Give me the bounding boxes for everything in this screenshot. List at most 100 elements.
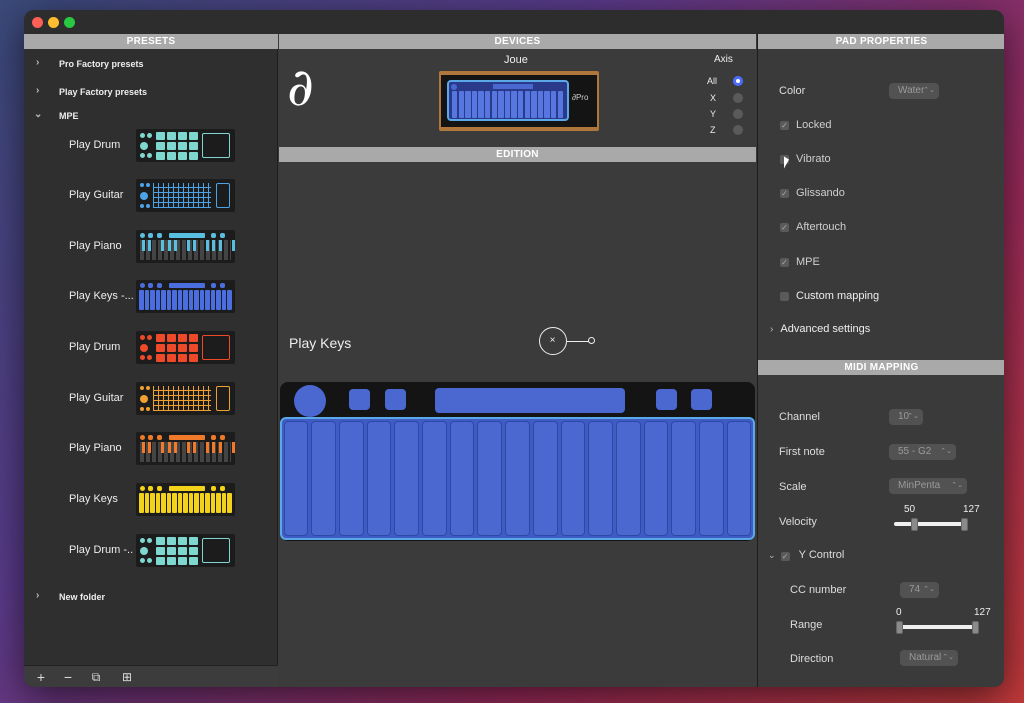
y-control-label: Y Control [798, 549, 845, 561]
preset-item[interactable]: Play Piano [24, 228, 278, 268]
key-pad[interactable] [283, 421, 309, 536]
key-pad[interactable] [726, 421, 752, 536]
range-slider[interactable] [899, 625, 977, 629]
pad-square-button-2[interactable] [385, 389, 406, 410]
preset-item[interactable]: Play Guitar [24, 177, 278, 217]
chevron-right-icon[interactable]: › [36, 57, 39, 68]
zoom-window-button[interactable] [64, 17, 75, 28]
axis-radio-y[interactable] [733, 109, 743, 119]
minimize-window-button[interactable] [48, 17, 59, 28]
preset-label: Play Drum [69, 341, 121, 353]
xy-cursor-control[interactable]: × [539, 327, 567, 355]
velocity-min-knob[interactable] [911, 518, 918, 531]
cc-number-select[interactable]: 74 [900, 582, 939, 598]
mini-key [485, 91, 491, 118]
axis-radio-x[interactable] [733, 93, 743, 103]
color-select[interactable]: Water [889, 83, 939, 99]
preset-item[interactable]: Play Keys -... [24, 278, 278, 318]
duplicate-preset-button[interactable]: ⧉ [88, 669, 104, 685]
direction-label: Direction [790, 653, 834, 665]
devices-header: DEVICES [279, 34, 756, 49]
key-pad[interactable] [505, 421, 530, 536]
velocity-max-knob[interactable] [961, 518, 968, 531]
key-pad[interactable] [560, 421, 586, 536]
preset-item[interactable]: Play Drum [24, 329, 278, 369]
mini-key [537, 91, 544, 118]
preset-item[interactable]: Play Keys [24, 481, 278, 521]
pad-round-button[interactable] [294, 385, 326, 417]
preset-thumbnail [136, 534, 235, 567]
range-min-knob[interactable] [896, 621, 903, 634]
range-max-knob[interactable] [972, 621, 979, 634]
axis-label-x: X [710, 93, 717, 103]
velocity-max-value: 127 [963, 504, 980, 515]
aftertouch-label: Aftertouch [796, 221, 847, 233]
axis-label-all: All [707, 76, 718, 86]
key-pad[interactable] [338, 421, 364, 536]
key-pad[interactable] [394, 421, 420, 536]
chevron-right-icon[interactable]: › [36, 85, 39, 96]
key-pad[interactable] [366, 421, 392, 536]
chevron-down-icon[interactable]: ⌄ [34, 109, 42, 120]
custom-mapping-checkbox[interactable] [780, 292, 789, 301]
key-pad[interactable] [532, 421, 558, 536]
cursor-handle[interactable] [588, 337, 595, 344]
scale-select[interactable]: MinPenta [889, 478, 967, 494]
glissando-checkbox[interactable]: ✓ [780, 189, 789, 198]
key-pad[interactable] [477, 421, 503, 536]
glissando-label: Glissando [796, 187, 845, 199]
y-control-checkbox[interactable]: ✓ [780, 552, 790, 561]
edition-header: EDITION [279, 147, 756, 162]
direction-select[interactable]: Natural [900, 650, 958, 666]
velocity-range-slider[interactable] [894, 522, 966, 526]
edition-panel: EDITION Play Keys × [279, 147, 756, 687]
axis-radio-all[interactable] [733, 76, 743, 86]
advanced-settings-disclosure[interactable]: › Advanced settings [770, 323, 870, 335]
folder-label: MPE [59, 111, 79, 121]
key-pad[interactable] [643, 421, 669, 536]
key-pad[interactable] [311, 421, 336, 536]
presets-toolbar: + − ⧉ ⊞ [24, 665, 278, 687]
preset-item[interactable]: Play Guitar [24, 380, 278, 420]
mini-key [544, 91, 550, 118]
key-pad[interactable] [588, 421, 613, 536]
device-screen [447, 80, 569, 121]
folder-mpe[interactable]: ⌄ MPE [24, 107, 278, 125]
folder-new[interactable]: › New folder [24, 588, 278, 606]
folder-pro-factory[interactable]: › Pro Factory presets [24, 55, 278, 73]
pad-square-button-3[interactable] [656, 389, 677, 410]
y-control-disclosure[interactable]: ⌄ ✓ Y Control [768, 549, 844, 561]
key-pad[interactable] [699, 421, 724, 536]
preset-label: Play Drum [69, 139, 121, 151]
chevron-right-icon[interactable]: › [36, 590, 39, 601]
pad-square-button-1[interactable] [349, 389, 370, 410]
app-window: PRESETS › Pro Factory presets › Play Fac… [24, 10, 1004, 687]
device-image[interactable]: ∂Pro [439, 71, 599, 131]
key-pad[interactable] [449, 421, 475, 536]
channel-select[interactable]: 10 [889, 409, 923, 425]
aftertouch-checkbox[interactable]: ✓ [780, 223, 789, 232]
preset-item[interactable]: Play Drum [24, 127, 278, 167]
mini-key [498, 91, 504, 118]
pad-properties-panel: PAD PROPERTIES Color Water ✓ Locked Vibr… [757, 34, 1004, 360]
close-window-button[interactable] [32, 17, 43, 28]
axis-radio-z[interactable] [733, 125, 743, 135]
import-preset-button[interactable]: ⊞ [119, 669, 135, 685]
first-note-select[interactable]: 55 - G2 [889, 444, 956, 460]
axis-label-z: Z [710, 125, 716, 135]
custom-mapping-label: Custom mapping [796, 290, 880, 302]
preset-thumbnail [136, 179, 235, 212]
preset-item[interactable]: Play Piano [24, 430, 278, 470]
preset-item[interactable]: Play Drum -.. [24, 532, 278, 572]
remove-preset-button[interactable]: − [60, 669, 76, 685]
key-pad[interactable] [422, 421, 447, 536]
vibrato-label: Vibrato [796, 153, 831, 165]
key-pad[interactable] [671, 421, 697, 536]
pad-square-button-4[interactable] [691, 389, 712, 410]
add-preset-button[interactable]: + [33, 669, 49, 685]
pad-slider-bar[interactable] [435, 388, 625, 413]
key-pad[interactable] [615, 421, 641, 536]
mpe-checkbox[interactable]: ✓ [780, 258, 789, 267]
folder-play-factory[interactable]: › Play Factory presets [24, 83, 278, 101]
locked-checkbox[interactable]: ✓ [780, 121, 789, 130]
